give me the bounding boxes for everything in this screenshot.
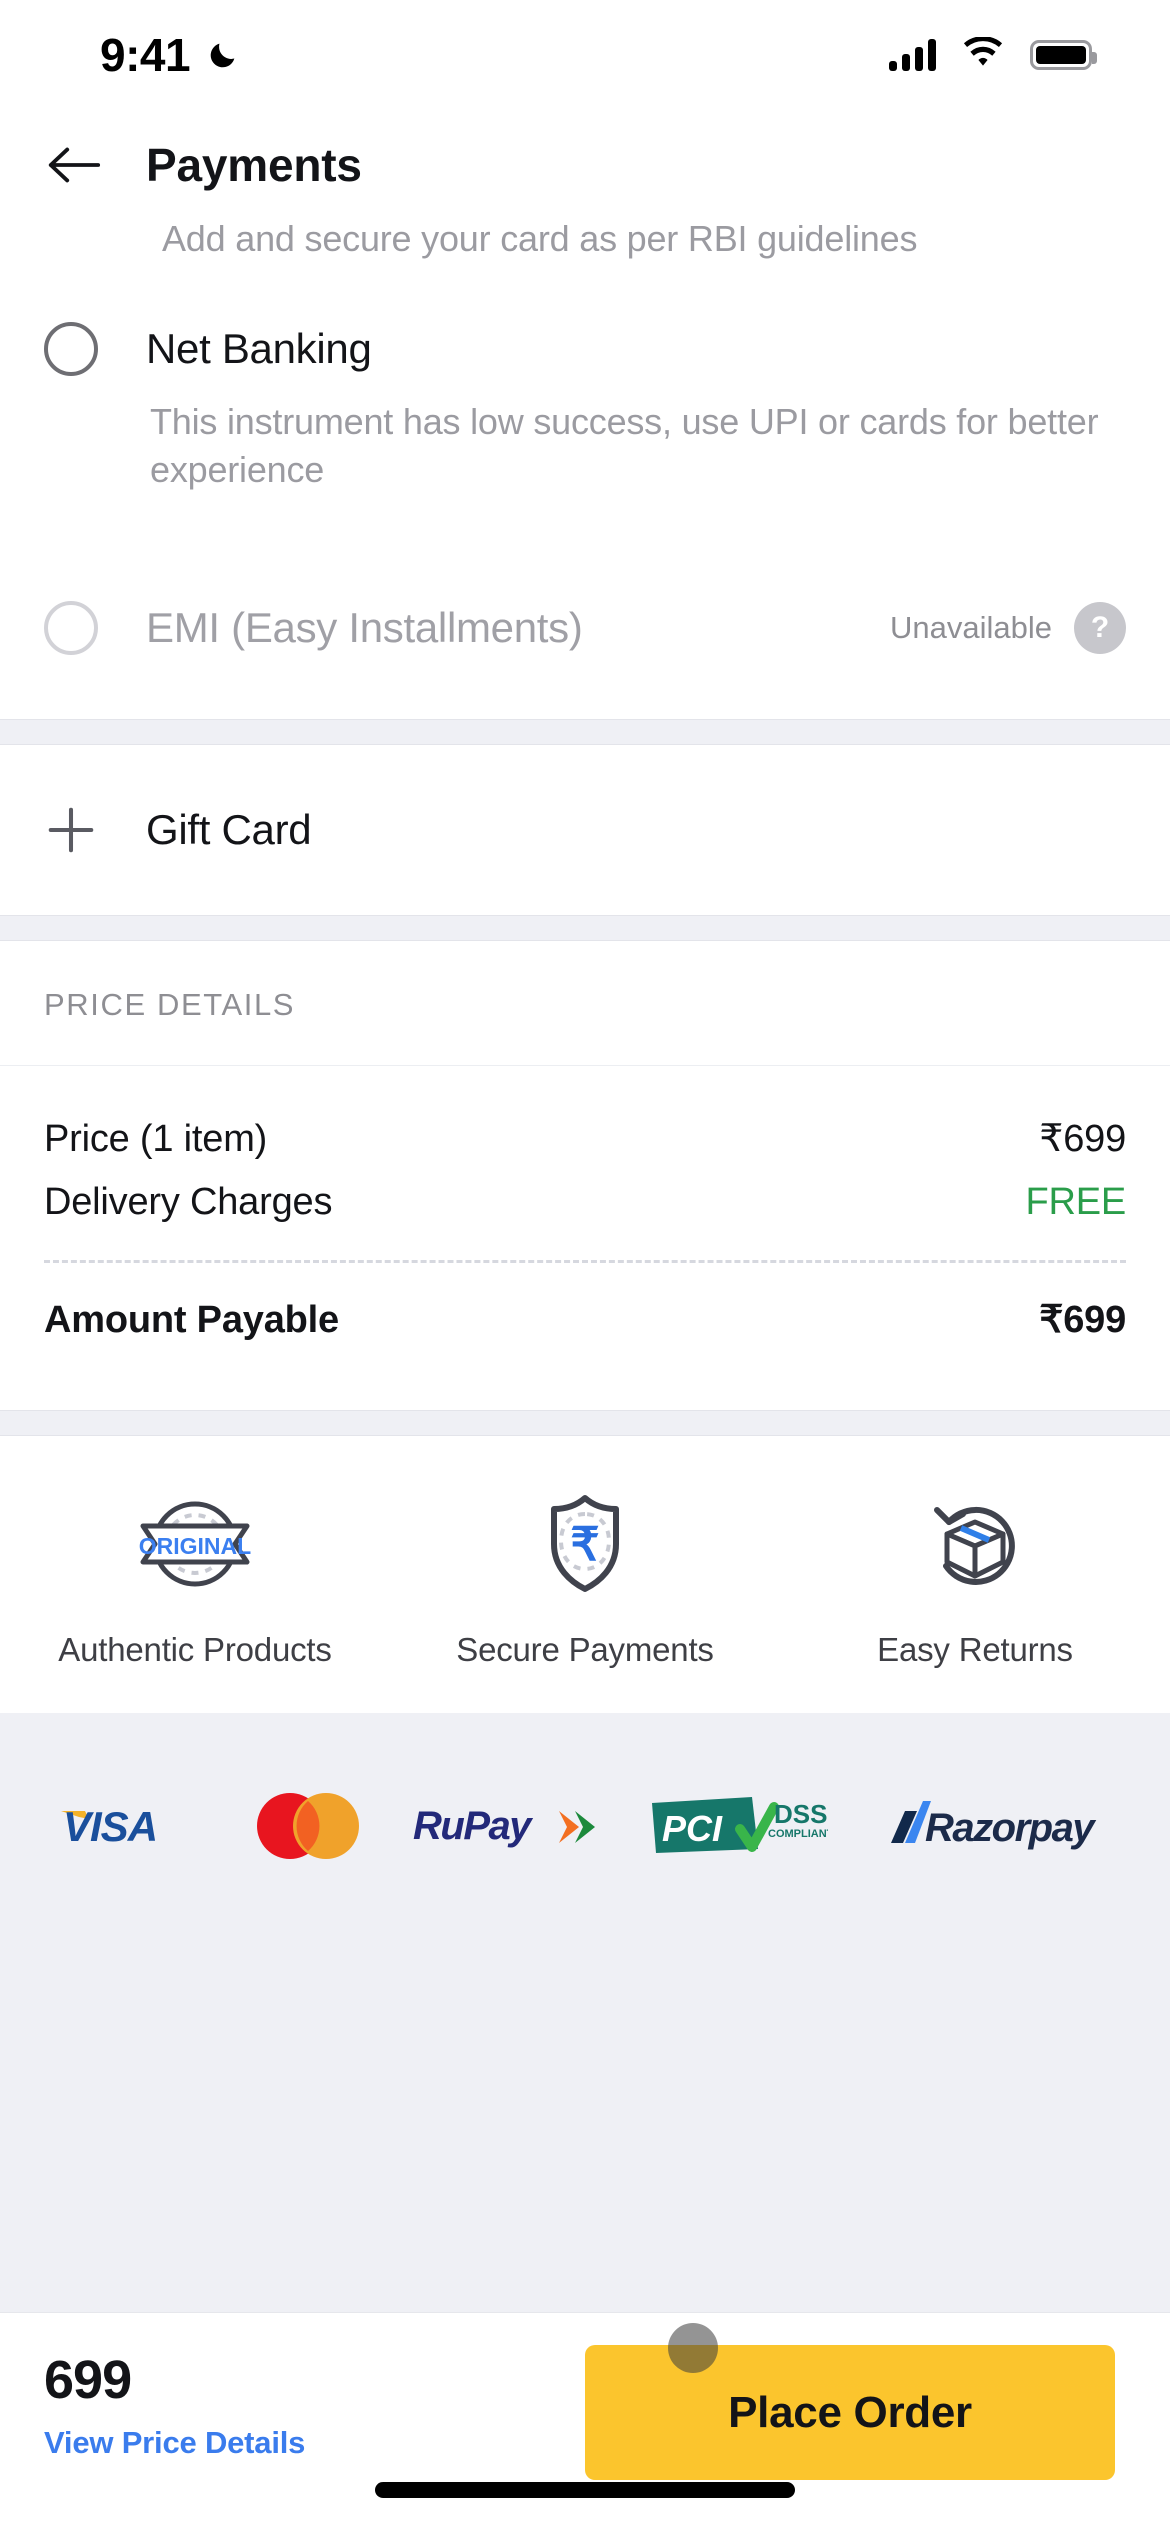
shield-rupee-icon: ₹: [529, 1488, 641, 1605]
gift-card-row[interactable]: Gift Card: [0, 745, 1170, 916]
section-divider: [0, 915, 1170, 942]
wifi-icon: [962, 35, 1004, 74]
payment-option-net-banking[interactable]: Net Banking: [0, 270, 1170, 376]
amount-payable-label: Amount Payable: [44, 1299, 339, 1342]
dashed-separator: [44, 1260, 1126, 1264]
payment-options-list: Net Banking This instrument has low succ…: [0, 270, 1170, 720]
touch-point-indicator: [668, 2323, 718, 2373]
svg-text:ORIGINAL: ORIGINAL: [139, 1533, 251, 1559]
bottom-amount: 699: [44, 2350, 132, 2410]
view-price-details-link[interactable]: View Price Details: [44, 2425, 305, 2461]
price-row: Price (1 item) ₹699: [44, 1106, 1126, 1171]
price-details-body: Price (1 item) ₹699 Delivery Charges FRE…: [0, 1066, 1170, 1410]
price-details-section: PRICE DETAILS Price (1 item) ₹699 Delive…: [0, 941, 1170, 1411]
header-row: Payments: [0, 138, 1170, 192]
pci-dss-logo: PCI DSS COMPLIANT: [648, 1791, 828, 1861]
trust-badge-label: Authentic Products: [58, 1631, 332, 1669]
header-subtitle: Add and secure your card as per RBI guid…: [162, 218, 918, 259]
phone-screen: 9:41 Payments Add and secure your card a…: [0, 0, 1170, 2532]
payment-partner-logos: VISA RuPay PCI DSS COMPLIANT Razorpay: [0, 1713, 1170, 2044]
section-divider: [0, 719, 1170, 746]
trust-badge-label: Secure Payments: [456, 1631, 714, 1669]
back-arrow-icon[interactable]: [44, 141, 102, 189]
amount-payable-value: ₹699: [1039, 1299, 1126, 1342]
place-order-wrapper: Place Order: [585, 2323, 1115, 2480]
payment-option-emi: EMI (Easy Installments) Unavailable ?: [0, 549, 1170, 656]
plus-icon: [44, 803, 98, 857]
svg-text:DSS: DSS: [774, 1799, 827, 1829]
svg-text:PCI: PCI: [662, 1808, 723, 1849]
price-row-value: ₹699: [1039, 1118, 1126, 1161]
home-indicator: [375, 2482, 795, 2498]
crescent-moon-icon: [206, 38, 240, 72]
razorpay-logo: Razorpay: [875, 1791, 1115, 1861]
rupay-logo: RuPay: [411, 1791, 601, 1861]
svg-text:COMPLIANT: COMPLIANT: [768, 1828, 828, 1840]
price-details-heading: PRICE DETAILS: [0, 941, 1170, 1067]
payment-option-label: EMI (Easy Installments): [146, 604, 583, 652]
page-title: Payments: [146, 139, 362, 191]
returns-box-icon: [919, 1488, 1031, 1605]
amount-payable-row: Amount Payable ₹699: [44, 1269, 1126, 1376]
bottom-action-bar: 699 View Price Details Place Order: [0, 2312, 1170, 2532]
price-row-label: Delivery Charges: [44, 1181, 333, 1224]
svg-text:VISA: VISA: [63, 1803, 157, 1850]
radio-net-banking[interactable]: [44, 322, 98, 376]
bottom-price-block: 699 View Price Details: [0, 2313, 305, 2461]
page-header: Payments Add and secure your card as per…: [0, 110, 1170, 270]
status-bar: 9:41: [0, 0, 1170, 110]
original-seal-icon: ORIGINAL: [115, 1488, 275, 1605]
gift-card-label: Gift Card: [146, 806, 312, 854]
payment-option-label: Net Banking: [146, 325, 372, 372]
mastercard-logo: [252, 1791, 364, 1861]
svg-text:₹: ₹: [570, 1518, 599, 1570]
trust-badge-label: Easy Returns: [877, 1631, 1073, 1669]
trust-badge-secure: ₹ Secure Payments: [390, 1488, 780, 1669]
help-question-icon[interactable]: ?: [1074, 602, 1126, 655]
place-order-button[interactable]: Place Order: [585, 2345, 1115, 2480]
status-time: 9:41: [100, 29, 191, 81]
status-bar-right: [889, 35, 1097, 74]
section-divider: [0, 1410, 1170, 1437]
cellular-signal-icon: [889, 39, 936, 71]
price-row: Delivery Charges FREE: [44, 1171, 1126, 1234]
payment-option-description: This instrument has low success, use UPI…: [150, 401, 1099, 490]
trust-badge-returns: Easy Returns: [780, 1488, 1170, 1669]
price-row-label: Price (1 item): [44, 1118, 268, 1161]
svg-text:Razorpay: Razorpay: [925, 1806, 1096, 1850]
status-badge: Unavailable: [890, 610, 1052, 646]
battery-full-icon: [1030, 40, 1097, 70]
trust-badges-row: ORIGINAL Authentic Products ₹ Secure Pay…: [0, 1436, 1170, 1714]
visa-logo: VISA: [55, 1791, 205, 1861]
radio-emi: [44, 601, 98, 656]
status-bar-left: 9:41: [100, 28, 240, 82]
price-row-value: FREE: [1025, 1181, 1126, 1224]
svg-text:RuPay: RuPay: [413, 1804, 533, 1848]
trust-badge-authentic: ORIGINAL Authentic Products: [0, 1488, 390, 1669]
